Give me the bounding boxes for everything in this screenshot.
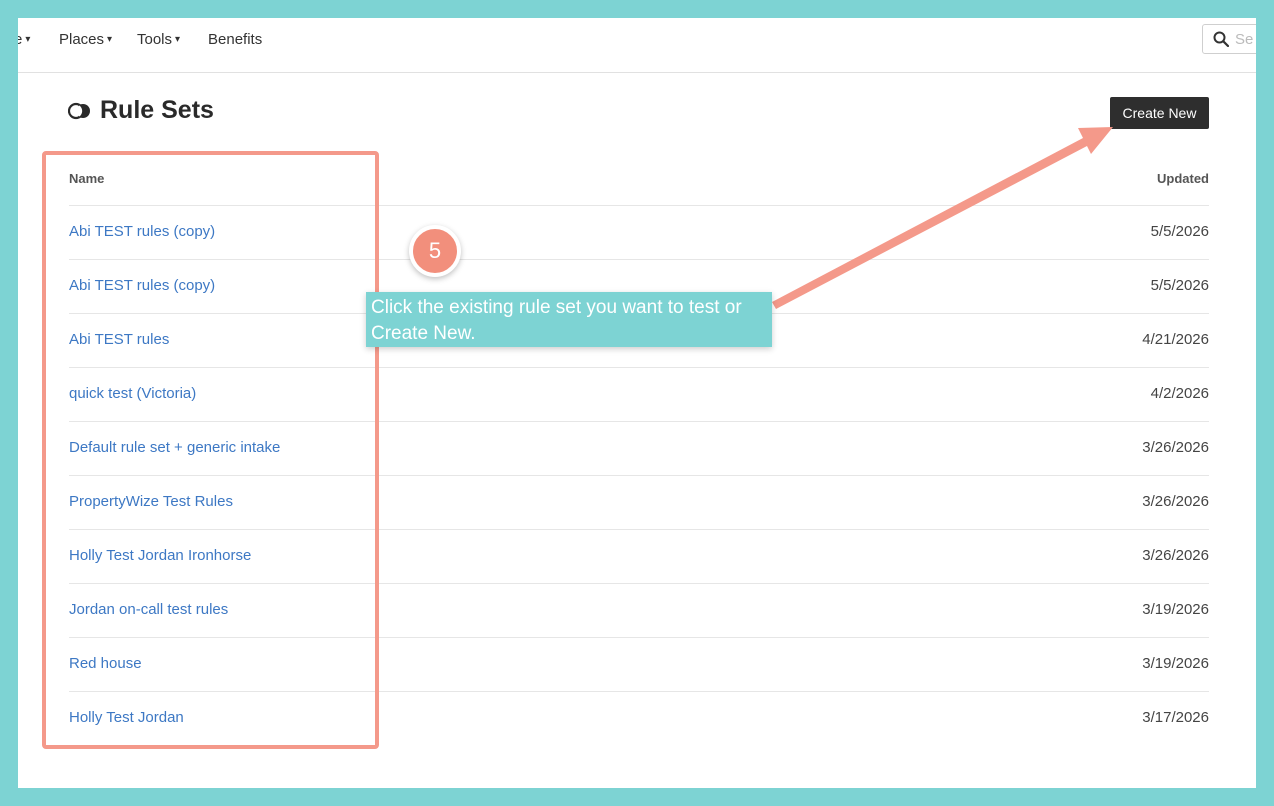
rule-set-link[interactable]: Holly Test Jordan — [69, 709, 184, 726]
updated-date: 3/17/2026 — [1142, 709, 1209, 726]
column-header-updated[interactable]: Updated — [1157, 171, 1209, 186]
step-number-badge: 5 — [409, 225, 461, 277]
nav-item-benefits[interactable]: Benefits — [208, 31, 262, 48]
rule-set-link[interactable]: Red house — [69, 655, 142, 672]
updated-date: 5/5/2026 — [1150, 223, 1209, 240]
nav-item-tools[interactable]: Tools ▾ — [137, 31, 180, 48]
rule-set-link[interactable]: Abi TEST rules (copy) — [69, 223, 215, 240]
updated-date: 5/5/2026 — [1150, 277, 1209, 294]
table-row: Jordan on-call test rules 3/19/2026 — [69, 584, 1209, 638]
table-header: Name Updated — [69, 151, 1209, 206]
table-row: Holly Test Jordan 3/17/2026 — [69, 692, 1209, 745]
rule-set-link[interactable]: Holly Test Jordan Ironhorse — [69, 547, 251, 564]
table-row: Abi TEST rules (copy) 5/5/2026 — [69, 206, 1209, 260]
chevron-down-icon: ▾ — [175, 34, 181, 45]
search-placeholder: Se — [1235, 30, 1254, 48]
updated-date: 3/19/2026 — [1142, 655, 1209, 672]
updated-date: 3/26/2026 — [1142, 493, 1209, 510]
table-row: Default rule set + generic intake 3/26/20… — [69, 422, 1209, 476]
search-input[interactable]: Se — [1202, 24, 1256, 54]
app-frame: e ▾ Places ▾ Tools ▾ Benefits Se Rule Se… — [18, 18, 1256, 788]
nav-item-label: Benefits — [208, 31, 263, 48]
rule-set-link[interactable]: Default rule set + generic intake — [69, 439, 280, 456]
rule-set-link[interactable]: Jordan on-call test rules — [69, 601, 228, 618]
updated-date: 4/2/2026 — [1150, 385, 1209, 402]
search-icon — [1213, 31, 1229, 47]
rule-sets-table: Name Updated Abi TEST rules (copy) 5/5/20… — [69, 151, 1209, 745]
page-header: Rule Sets — [68, 96, 214, 125]
updated-date: 3/19/2026 — [1142, 601, 1209, 618]
table-row: Red house 3/19/2026 — [69, 638, 1209, 692]
updated-date: 4/21/2026 — [1142, 331, 1209, 348]
nav-item-places[interactable]: Places ▾ — [59, 31, 112, 48]
nav-item-label: Tools — [137, 31, 173, 48]
top-navigation: e ▾ Places ▾ Tools ▾ Benefits Se — [18, 18, 1256, 73]
rule-set-link[interactable]: Abi TEST rules (copy) — [69, 277, 215, 294]
updated-date: 3/26/2026 — [1142, 439, 1209, 456]
nav-item-partial[interactable]: e ▾ — [18, 31, 30, 48]
table-row: PropertyWize Test Rules 3/26/2026 — [69, 476, 1209, 530]
rule-set-link[interactable]: quick test (Victoria) — [69, 385, 196, 402]
instruction-tooltip: Click the existing rule set you want to … — [366, 292, 772, 347]
rule-set-link[interactable]: PropertyWize Test Rules — [69, 493, 233, 510]
chevron-down-icon: ▾ — [25, 34, 31, 45]
create-new-button[interactable]: Create New — [1110, 97, 1209, 129]
updated-date: 3/26/2026 — [1142, 547, 1209, 564]
chevron-down-icon: ▾ — [107, 34, 113, 45]
rule-set-link[interactable]: Abi TEST rules — [69, 331, 169, 348]
nav-item-label: Places — [59, 31, 105, 48]
column-header-name[interactable]: Name — [69, 171, 104, 186]
nav-item-label: e — [18, 31, 23, 48]
table-row: Holly Test Jordan Ironhorse 3/26/2026 — [69, 530, 1209, 584]
rule-sets-icon — [68, 102, 90, 119]
table-row: quick test (Victoria) 4/2/2026 — [69, 368, 1209, 422]
page-title: Rule Sets — [100, 96, 214, 124]
